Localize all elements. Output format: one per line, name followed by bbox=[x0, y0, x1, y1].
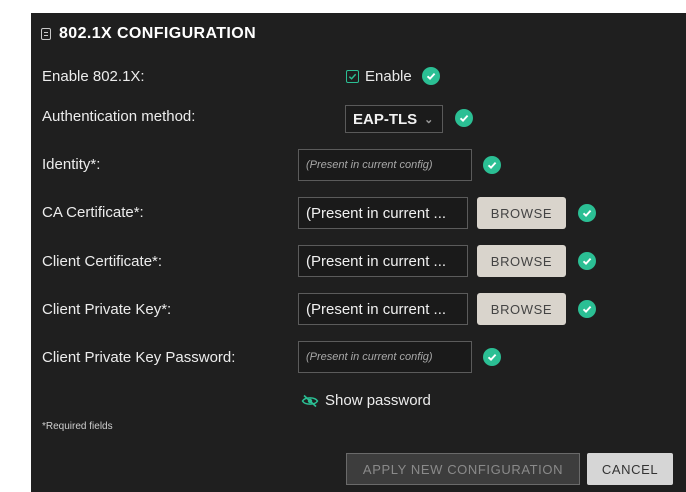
ca-cert-file-field[interactable]: (Present in current ... bbox=[298, 197, 468, 229]
identity-input[interactable]: (Present in current config) bbox=[298, 149, 472, 181]
show-password-toggle[interactable]: Show password bbox=[301, 392, 431, 409]
valid-check-icon bbox=[578, 300, 596, 318]
required-fields-note: *Required fields bbox=[42, 421, 113, 432]
client-cert-file-field[interactable]: (Present in current ... bbox=[298, 245, 468, 277]
key-password-input[interactable]: (Present in current config) bbox=[298, 341, 472, 373]
document-icon bbox=[41, 28, 51, 40]
key-password-label: Client Private Key Password: bbox=[42, 349, 236, 366]
ca-cert-browse-button[interactable]: BROWSE bbox=[477, 197, 566, 229]
auth-method-value: EAP-TLS bbox=[353, 110, 418, 128]
checkbox-checked-icon[interactable] bbox=[346, 69, 359, 83]
auth-method-select[interactable]: EAP-TLS ⌄ bbox=[345, 105, 443, 133]
valid-check-icon bbox=[578, 204, 596, 222]
client-key-value: (Present in current ... bbox=[306, 300, 447, 318]
cancel-button[interactable]: CANCEL bbox=[587, 453, 673, 485]
show-password-label: Show password bbox=[325, 392, 431, 409]
key-password-placeholder: (Present in current config) bbox=[306, 351, 433, 363]
valid-check-icon bbox=[455, 109, 473, 127]
valid-check-icon bbox=[421, 67, 440, 85]
panel-header: 802.1X CONFIGURATION bbox=[41, 25, 256, 43]
auth-method-label: Authentication method: bbox=[42, 108, 196, 125]
identity-placeholder: (Present in current config) bbox=[306, 159, 433, 171]
ca-cert-value: (Present in current ... bbox=[306, 204, 447, 222]
client-cert-browse-button[interactable]: BROWSE bbox=[477, 245, 566, 277]
client-key-file-field[interactable]: (Present in current ... bbox=[298, 293, 468, 325]
enable-label: Enable 802.1X: bbox=[42, 68, 145, 85]
client-key-browse-button[interactable]: BROWSE bbox=[477, 293, 566, 325]
panel-title: 802.1X CONFIGURATION bbox=[59, 25, 257, 42]
client-cert-value: (Present in current ... bbox=[306, 252, 447, 270]
identity-label: Identity*: bbox=[42, 156, 101, 173]
apply-configuration-button[interactable]: APPLY NEW CONFIGURATION bbox=[346, 453, 580, 485]
client-cert-label: Client Certificate*: bbox=[42, 253, 163, 270]
valid-check-icon bbox=[483, 156, 501, 174]
config-panel: 802.1X CONFIGURATION Enable 802.1X: Enab… bbox=[31, 13, 686, 492]
client-key-label: Client Private Key*: bbox=[42, 301, 172, 318]
valid-check-icon bbox=[483, 348, 501, 366]
eye-slash-icon[interactable] bbox=[301, 394, 319, 408]
chevron-down-icon: ⌄ bbox=[424, 113, 434, 126]
valid-check-icon bbox=[578, 252, 596, 270]
ca-cert-label: CA Certificate*: bbox=[42, 204, 144, 221]
enable-checkbox[interactable]: Enable bbox=[346, 67, 440, 85]
enable-checkbox-label: Enable bbox=[365, 67, 412, 85]
